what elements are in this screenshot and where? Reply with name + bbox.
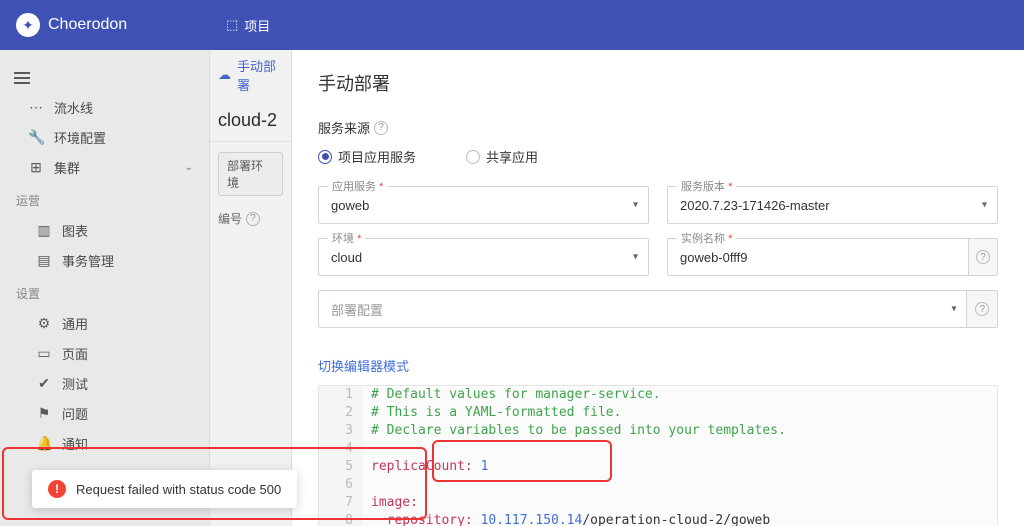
main-panel: 手动部署 服务来源 ? 项目应用服务 共享应用 应用服务 * goweb ▾ [292,50,1024,526]
error-toast[interactable]: ! Request failed with status code 500 [32,470,297,508]
service-version-label: 服务版本 [681,181,725,193]
sidebar-item-affairs[interactable]: ▤ 事务管理 [0,245,209,275]
sidebar-group-ops: 运营 [0,182,209,215]
app-service-label: 应用服务 [332,181,376,193]
input-value: goweb-0fff9 [680,250,747,265]
brand[interactable]: ✦ Choerodon [16,13,127,37]
code-text: # Declare variables to be passed into yo… [371,423,786,438]
chart-icon: ▥ [36,222,52,239]
radio-checked-icon [318,150,332,164]
sidebar-label: 测试 [62,374,88,393]
select-value: cloud [331,250,362,265]
environment-select[interactable]: cloud ▾ [318,238,649,276]
sidebar-label: 页面 [62,344,88,363]
select-value: goweb [331,198,369,213]
sidebar-item-page[interactable]: ▭ 页面 [0,338,209,368]
sidebar-item-env[interactable]: 🔧 环境配置 [0,122,209,152]
placeholder: 部署配置 [331,300,383,319]
list-icon: ▤ [36,252,52,269]
project-label: 项目 [244,16,270,35]
radio-shared-app[interactable]: 共享应用 [466,147,538,166]
code-text: /operation-cloud-2/goweb [582,513,770,526]
sidebar-item-cluster[interactable]: ⊞ 集群 ⌄ [0,152,209,182]
sidebar-item-chart[interactable]: ▥ 图表 [0,215,209,245]
yaml-editor[interactable]: 1# Default values for manager-service. 2… [318,385,998,526]
flag-icon: ⚑ [36,405,52,422]
toggle-editor-link[interactable]: 切换编辑器模式 [318,356,409,375]
sidebar-item-pipeline[interactable]: ⋯ 流水线 [0,92,209,122]
menu-icon[interactable] [14,72,30,84]
tab-label: 手动部署 [237,56,283,94]
error-icon: ! [48,480,66,498]
code-text: repository: [387,513,473,526]
sidebar-label: 通知 [62,434,88,453]
info-button[interactable]: ? [969,238,998,276]
select-value: 2020.7.23-171426-master [680,198,830,213]
context-title: cloud-2 [210,100,291,142]
wrench-icon: 🔧 [28,129,44,146]
code-text: # Default values for manager-service. [371,387,661,402]
code-text: 10.117.150.14 [473,513,583,526]
caret-down-icon: ▾ [951,304,956,315]
instance-name-label: 实例名称 [681,233,725,245]
source-label: 服务来源 [318,118,370,137]
env-label: 环境 [332,233,354,245]
cube-icon: ⬚ [226,17,238,33]
help-icon: ? [975,302,989,316]
caret-down-icon: ▾ [633,252,638,263]
help-icon: ? [976,250,990,264]
radio-label: 项目应用服务 [338,147,416,166]
radio-label: 共享应用 [486,147,538,166]
panel-title: 手动部署 [318,70,998,96]
sidebar-item-issue[interactable]: ⚑ 问题 [0,398,209,428]
sidebar-label: 环境配置 [54,128,106,147]
sidebar: ⋯ 流水线 🔧 环境配置 ⊞ 集群 ⌄ 运营 ▥ 图表 ▤ 事务管理 设置 ⚙ … [0,50,210,526]
sidebar-item-notify[interactable]: 🔔 通知 [0,428,209,458]
toast-message: Request failed with status code 500 [76,482,281,497]
code-text: replicaCount: [371,459,473,474]
deploy-config-select[interactable]: 部署配置 ▾ [318,290,967,328]
sidebar-item-test[interactable]: ✔ 测试 [0,368,209,398]
radio-project-service[interactable]: 项目应用服务 [318,147,416,166]
sidebar-label: 事务管理 [62,251,114,270]
seq-label: 编号 [218,210,242,227]
cluster-icon: ⊞ [28,159,44,176]
help-icon[interactable]: ? [374,121,388,135]
brand-icon: ✦ [16,13,40,37]
code-text: 1 [473,459,489,474]
sidebar-group-settings: 设置 [0,275,209,308]
cloud-icon: ☁ [218,67,231,83]
caret-down-icon: ▾ [982,200,987,211]
sidebar-label: 图表 [62,221,88,240]
info-button[interactable]: ? [967,290,998,328]
sidebar-label: 流水线 [54,98,93,117]
tab-manual-deploy[interactable]: ☁ 手动部署 [210,50,291,100]
deploy-env-button[interactable]: 部署环境 [218,152,283,196]
bell-icon: 🔔 [36,435,52,452]
chevron-down-icon: ⌄ [185,162,193,173]
check-icon: ✔ [36,375,52,392]
sidebar-item-general[interactable]: ⚙ 通用 [0,308,209,338]
project-selector[interactable]: ⬚ 项目 [226,16,270,35]
pipeline-icon: ⋯ [28,99,44,116]
sub-panel: ☁ 手动部署 cloud-2 部署环境 编号 ? [210,50,292,526]
app-header: ✦ Choerodon ⬚ 项目 [0,0,1024,50]
caret-down-icon: ▾ [633,200,638,211]
sidebar-label: 集群 [54,158,80,177]
sidebar-label: 通用 [62,314,88,333]
page-icon: ▭ [36,345,52,362]
code-text: image: [371,495,418,510]
code-text: # This is a YAML-formatted file. [371,405,621,420]
brand-title: Choerodon [48,16,127,34]
help-icon[interactable]: ? [246,212,260,226]
sidebar-label: 问题 [62,404,88,423]
radio-unchecked-icon [466,150,480,164]
gear-icon: ⚙ [36,315,52,332]
